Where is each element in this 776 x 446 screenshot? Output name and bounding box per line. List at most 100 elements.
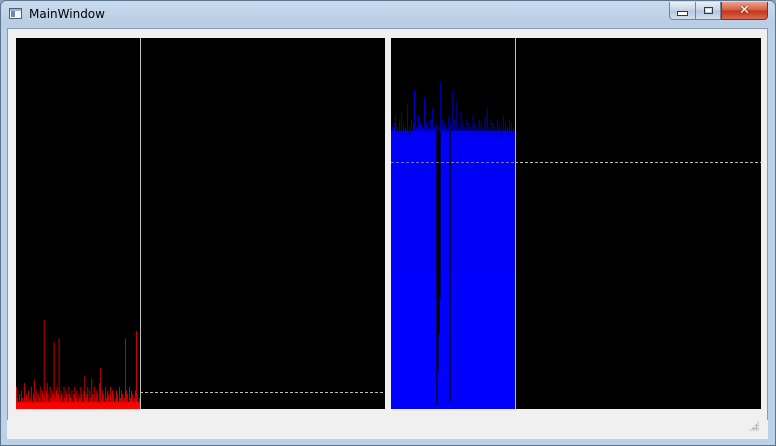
bar <box>413 123 414 409</box>
bar <box>434 127 436 409</box>
maximize-button[interactable] <box>695 2 721 20</box>
bar <box>427 134 429 409</box>
bar <box>473 130 475 409</box>
bar <box>411 119 412 409</box>
bar <box>503 130 505 409</box>
bar <box>508 119 510 409</box>
bar <box>53 342 55 409</box>
bar <box>492 123 494 409</box>
bar <box>444 123 446 409</box>
bar <box>486 108 488 409</box>
bar <box>455 130 457 409</box>
bar <box>472 115 474 409</box>
bar <box>445 134 447 409</box>
app-window-icon[interactable] <box>9 8 22 19</box>
bar <box>474 123 476 409</box>
bar <box>499 134 501 409</box>
bar <box>448 115 450 409</box>
bar <box>500 127 502 409</box>
bar <box>505 134 507 409</box>
title-bar[interactable]: MainWindow ✕ <box>1 1 775 29</box>
bar <box>405 127 406 409</box>
window-title: MainWindow <box>29 7 105 21</box>
bar <box>429 138 431 409</box>
bar <box>422 127 424 409</box>
bar <box>402 134 403 409</box>
bar <box>495 138 497 409</box>
bar <box>460 112 462 409</box>
bar <box>475 134 477 409</box>
bar <box>420 123 422 409</box>
bar <box>469 134 471 409</box>
bar <box>467 130 469 409</box>
bar <box>479 130 481 409</box>
bar <box>487 134 489 409</box>
bar <box>432 108 434 409</box>
bar <box>466 119 468 409</box>
bar <box>476 127 478 409</box>
bar <box>485 130 487 409</box>
bar <box>498 123 500 409</box>
bar <box>490 119 492 409</box>
size-grip-icon[interactable] <box>749 421 759 431</box>
bar <box>401 112 402 409</box>
bar <box>43 319 45 409</box>
bar <box>494 127 496 409</box>
bar <box>136 331 137 409</box>
bar <box>400 130 401 409</box>
close-button[interactable]: ✕ <box>721 2 768 20</box>
status-bar <box>7 420 768 439</box>
bar <box>504 123 506 409</box>
bar <box>395 115 396 409</box>
bar <box>435 138 437 409</box>
bar <box>483 138 485 409</box>
bar <box>468 123 470 409</box>
right-plot-canvas <box>391 38 761 409</box>
bar <box>506 127 508 409</box>
bar <box>394 123 395 409</box>
bar <box>419 130 421 409</box>
bar <box>509 130 511 409</box>
bar <box>451 134 453 409</box>
bar <box>457 134 459 409</box>
bar <box>410 138 411 409</box>
bar <box>477 138 479 409</box>
bar <box>446 127 448 409</box>
close-icon: ✕ <box>739 3 750 18</box>
bar <box>443 130 445 409</box>
bar <box>510 123 512 409</box>
bar <box>396 134 397 409</box>
bar <box>512 127 514 409</box>
bar <box>424 97 426 409</box>
bar <box>433 134 435 409</box>
bar <box>482 127 484 409</box>
maximize-icon <box>703 7 713 14</box>
bar <box>442 119 444 409</box>
bar <box>461 130 463 409</box>
bar <box>463 134 465 409</box>
bar <box>58 338 60 409</box>
baseline-fill <box>16 402 140 409</box>
minimize-button[interactable] <box>669 2 696 20</box>
bar <box>418 115 420 409</box>
bar <box>513 138 515 409</box>
bar <box>507 138 509 409</box>
bar <box>125 338 126 409</box>
bar <box>408 134 409 409</box>
bar <box>501 138 503 409</box>
bar <box>452 89 454 409</box>
bar <box>462 123 464 409</box>
bar <box>470 127 472 409</box>
bar <box>478 119 480 409</box>
bar <box>454 119 456 409</box>
bar <box>414 89 415 409</box>
bar <box>456 101 458 409</box>
bar <box>481 134 483 409</box>
dip <box>439 130 441 298</box>
bar <box>502 115 504 409</box>
bar <box>464 127 466 409</box>
bar <box>421 134 423 409</box>
bar <box>465 138 467 409</box>
minimize-icon <box>677 11 688 16</box>
bar <box>493 134 495 409</box>
